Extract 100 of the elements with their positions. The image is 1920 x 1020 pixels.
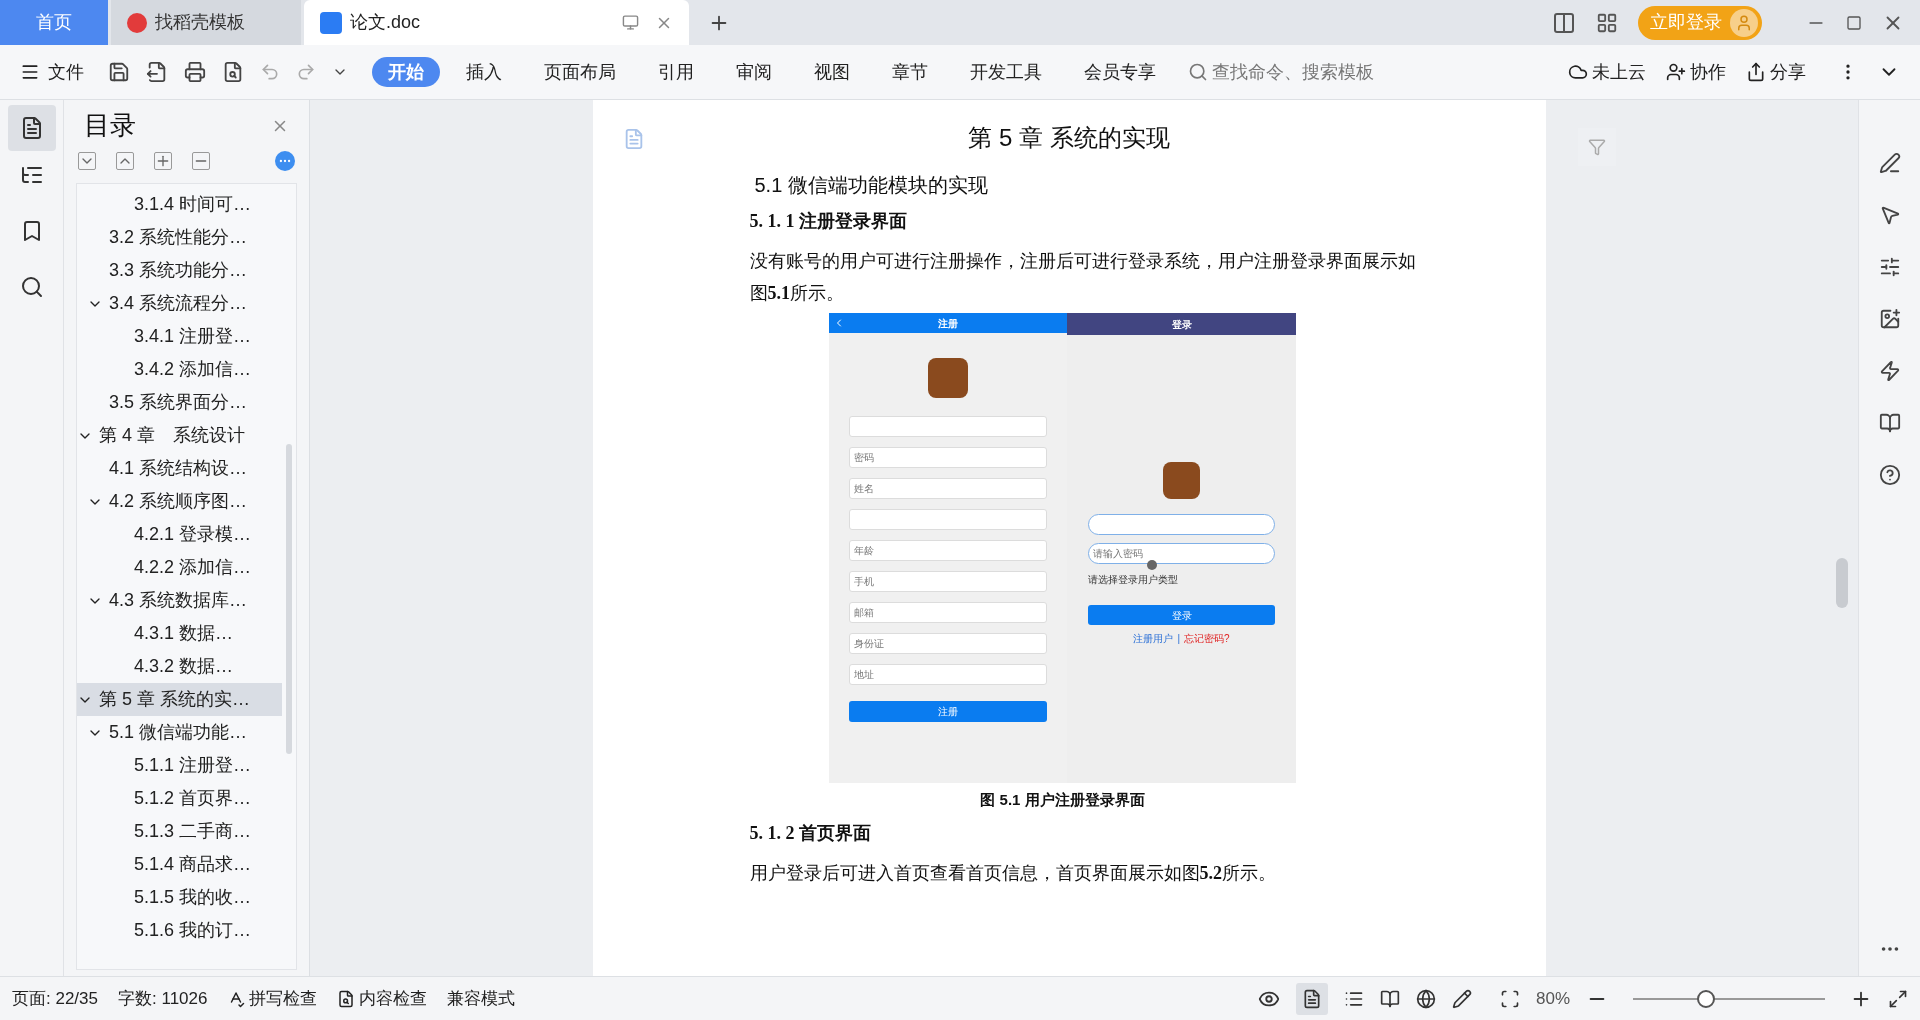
- web-view-icon[interactable]: [1415, 988, 1436, 1009]
- scrollbar-thumb[interactable]: [1836, 558, 1848, 608]
- scrollbar-thumb[interactable]: [286, 444, 292, 754]
- hint-text: 请选择登录用户类型: [1088, 573, 1179, 587]
- monitor-icon[interactable]: [622, 13, 639, 31]
- toolbar-action[interactable]: 分享: [1746, 58, 1806, 86]
- remove-icon[interactable]: [192, 152, 210, 170]
- help-icon[interactable]: [1878, 464, 1901, 486]
- forgot-password-link[interactable]: 忘记密码?: [1184, 631, 1230, 646]
- sliders-icon[interactable]: [1878, 256, 1901, 278]
- layout-icon[interactable]: [1552, 10, 1576, 35]
- collapse-all-icon[interactable]: [116, 152, 134, 170]
- content-check-button[interactable]: 内容检查: [337, 985, 428, 1012]
- toc-panel-icon[interactable]: [7, 105, 56, 151]
- toc-item[interactable]: 5.1.1 注册登…: [77, 749, 282, 782]
- pen-icon[interactable]: [1451, 988, 1472, 1009]
- toc-item[interactable]: 3.2 系统性能分…: [77, 221, 282, 254]
- zoom-level[interactable]: 80%: [1535, 985, 1570, 1012]
- read-view-icon[interactable]: [1379, 988, 1400, 1009]
- photo-placeholder: [1163, 462, 1200, 499]
- screen-title: 注册: [938, 316, 958, 331]
- search-icon: [1188, 62, 1208, 82]
- toc-item[interactable]: 5.1.6 我的订…: [77, 914, 282, 947]
- document-search-icon: [337, 989, 356, 1008]
- toc-item[interactable]: 4.3 系统数据库…: [77, 584, 282, 617]
- ribbon-tab[interactable]: 会员专享: [1068, 57, 1172, 87]
- screen-title: 登录: [1171, 317, 1192, 332]
- pen-icon[interactable]: [1878, 152, 1901, 174]
- export-icon[interactable]: [146, 61, 168, 83]
- fullscreen-icon[interactable]: [1888, 988, 1908, 1009]
- toc-item[interactable]: 4.2 系统顺序图…: [77, 485, 282, 518]
- input-field[interactable]: 邮箱: [849, 602, 1047, 623]
- page-count[interactable]: 页面: 22/35: [12, 985, 98, 1012]
- toc-item[interactable]: 4.3.1 数据…: [77, 617, 282, 650]
- grid-icon[interactable]: [1596, 11, 1618, 34]
- input-field[interactable]: 密码: [849, 447, 1047, 468]
- login-button[interactable]: 登录: [1088, 605, 1275, 625]
- fit-page-icon[interactable]: [1499, 988, 1520, 1009]
- ribbon-tab[interactable]: 章节: [876, 57, 944, 87]
- input-field[interactable]: [849, 416, 1047, 437]
- toc-item[interactable]: 5.1.5 我的收…: [77, 881, 282, 914]
- panel-title: 目录: [84, 109, 136, 142]
- subsection-heading: 5. 1. 2 首页界面: [749, 821, 872, 845]
- preview-icon[interactable]: [222, 61, 244, 83]
- spell-check-button[interactable]: 拼写检查: [227, 985, 318, 1012]
- ribbon-tab[interactable]: 插入: [450, 57, 518, 87]
- ribbon-tab[interactable]: 页面布局: [528, 57, 632, 87]
- toc-item[interactable]: 第 5 章 系统的实…: [77, 683, 282, 716]
- lightning-icon[interactable]: [1878, 360, 1901, 382]
- ribbon-tab[interactable]: 视图: [798, 57, 866, 87]
- toc-item[interactable]: 3.1.4 时间可…: [77, 188, 282, 221]
- restore-icon[interactable]: [1846, 14, 1862, 31]
- word-count[interactable]: 字数: 11026: [118, 985, 208, 1012]
- toolbar-action[interactable]: 未上云: [1568, 58, 1646, 86]
- image-icon[interactable]: [1878, 308, 1901, 330]
- toc-item[interactable]: 5.1.3 二手商…: [77, 815, 282, 848]
- toc-item[interactable]: 3.4.2 添加信…: [77, 353, 282, 386]
- toc-item[interactable]: 4.3.2 数据…: [77, 650, 282, 683]
- ribbon-tab[interactable]: 引用: [642, 57, 710, 87]
- command-search-field[interactable]: 查找命令、搜索模板: [1188, 58, 1374, 86]
- input-field[interactable]: 身份证: [849, 633, 1047, 654]
- register-link[interactable]: 注册用户: [1133, 631, 1174, 646]
- input-field[interactable]: 地址: [849, 664, 1047, 685]
- toc-item[interactable]: 3.4 系统流程分…: [77, 287, 282, 320]
- toc-item[interactable]: 3.5 系统界面分…: [77, 386, 282, 419]
- toc-item[interactable]: 5.1 微信端功能…: [77, 716, 282, 749]
- slider-thumb[interactable]: [1696, 989, 1715, 1008]
- input-field[interactable]: 请输入密码: [1088, 543, 1275, 564]
- body-paragraph: 用户登录后可进入首页查看首页信息，首页界面展示如图5.2所示。: [748, 861, 1277, 885]
- document-tab[interactable]: 找稻壳模板: [111, 0, 301, 45]
- ribbon-tab[interactable]: 开发工具: [954, 57, 1058, 87]
- document-tab[interactable]: 论文.doc: [304, 0, 689, 45]
- toc-item[interactable]: 5.1.4 商品求…: [77, 848, 282, 881]
- toc-item[interactable]: 第 4 章 系统设计: [77, 419, 282, 452]
- expand-all-icon[interactable]: [78, 152, 96, 170]
- chapter-title: 第 5 章 系统的实现: [968, 123, 1170, 153]
- save-icon[interactable]: [108, 61, 130, 83]
- toolbar-action[interactable]: 协作: [1666, 58, 1726, 86]
- options-icon[interactable]: [275, 151, 295, 171]
- input-field[interactable]: 手机: [849, 571, 1047, 592]
- ribbon-tab[interactable]: 审阅: [720, 57, 788, 87]
- cloud-icon: [1568, 62, 1588, 82]
- input-field[interactable]: [1088, 514, 1275, 535]
- input-field[interactable]: 年龄: [849, 540, 1047, 561]
- page-view-icon[interactable]: [1295, 982, 1328, 1015]
- toc-item[interactable]: 5.1.2 首页界…: [77, 782, 282, 815]
- body-paragraph: 没有账号的用户可进行注册操作，注册后可进行登录系统，用户注册登录界面展示如图5.1所示。: [748, 250, 1417, 305]
- toc-item[interactable]: 4.2.2 添加信…: [77, 551, 282, 584]
- register-button[interactable]: 注册: [849, 701, 1047, 722]
- file-menu[interactable]: 文件: [20, 58, 84, 86]
- book-icon[interactable]: [1878, 412, 1901, 434]
- add-icon[interactable]: [154, 152, 172, 170]
- toc-item[interactable]: 3.3 系统功能分…: [77, 254, 282, 287]
- toc-item[interactable]: 3.4.1 注册登…: [77, 320, 282, 353]
- toc-item[interactable]: 4.1 系统结构设…: [77, 452, 282, 485]
- input-field[interactable]: [849, 509, 1047, 530]
- toc-item[interactable]: 4.2.1 登录模…: [77, 518, 282, 551]
- print-icon[interactable]: [184, 61, 206, 83]
- search-icon[interactable]: [19, 275, 44, 299]
- input-field[interactable]: 姓名: [849, 478, 1047, 499]
